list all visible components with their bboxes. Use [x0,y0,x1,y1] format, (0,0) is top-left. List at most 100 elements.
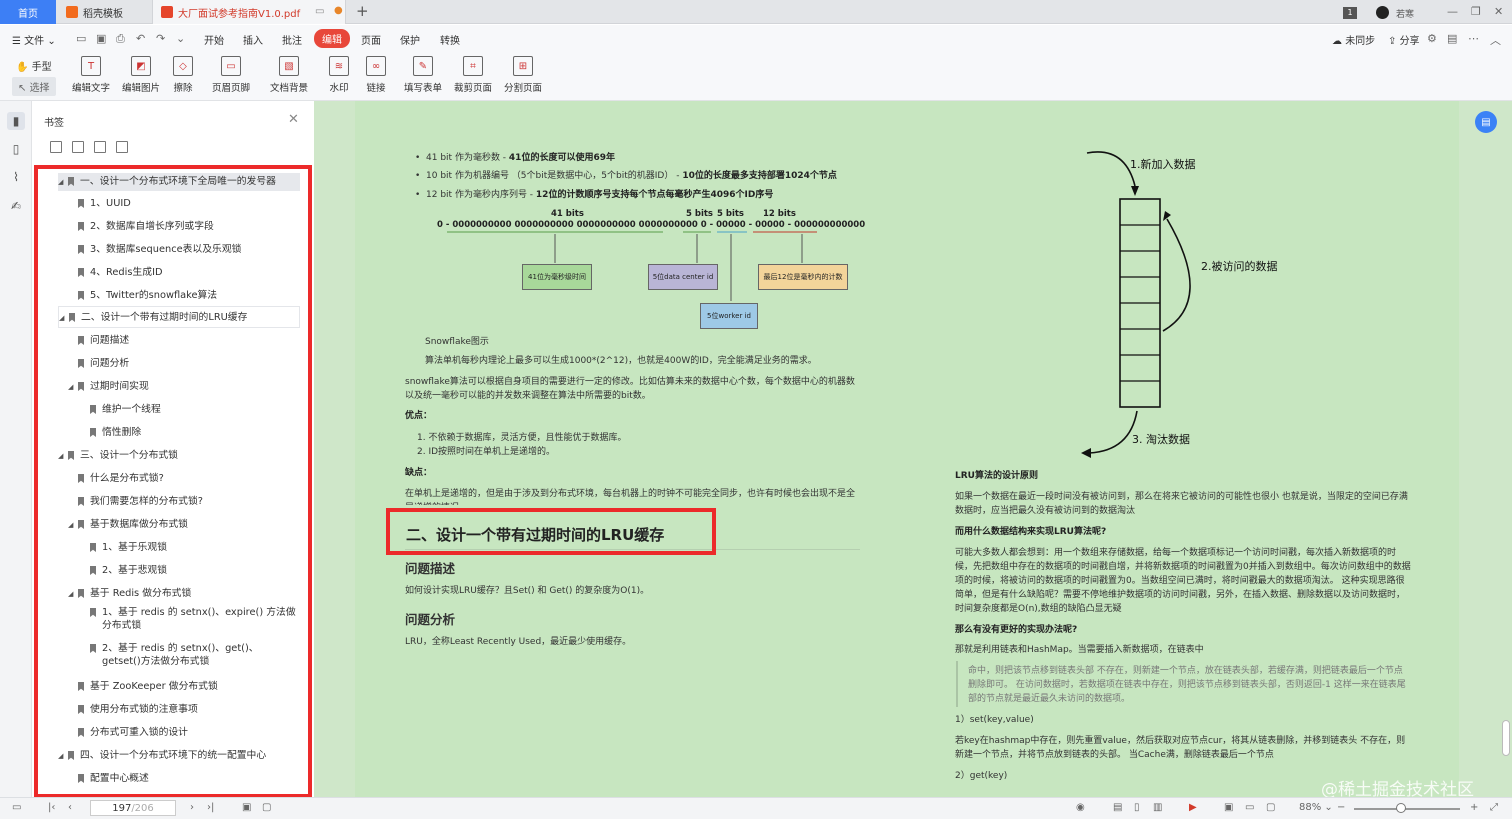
bookmark-item[interactable]: 维护一个线程 [90,403,161,416]
save-icon[interactable]: ▣ [96,32,106,45]
bookmark-item[interactable]: ◢ 三、设计一个分布式锁 [58,449,178,463]
prev-page-icon[interactable]: ‹ [68,802,72,813]
bookmark-item[interactable]: ◢ 过期时间实现 [68,380,149,394]
bookmark-item[interactable]: 4、Redis生成ID [78,266,163,279]
bookmark-item[interactable]: 分布式可重入锁的设计 [78,726,188,739]
bookmark-item[interactable]: 1、基于乐观锁 [90,541,167,554]
bookmark-item[interactable]: 2、数据库自增长序列或字段 [78,220,214,233]
zoom-out-icon[interactable]: − [1337,802,1345,813]
bookmark-item[interactable]: ◢ 基于数据库做分布式锁 [68,518,188,532]
collapse-all-icon[interactable] [72,141,84,153]
bookmark-item[interactable]: ◢ 基于 Redis 做分布式锁 [68,587,191,601]
fit-icon[interactable]: ▢ [262,802,271,813]
zoom-slider-knob[interactable] [1396,803,1406,813]
expand-arrow-icon[interactable]: ◢ [58,176,68,189]
tab-document[interactable]: 大厂面试参考指南V1.0.pdf ▭ ● [152,0,346,24]
continuous-icon[interactable]: ▯ [1134,802,1140,813]
thumbnail-icon[interactable]: ▯ [7,140,25,158]
crop-page-button[interactable]: ⌗ 裁剪页面 [454,56,492,94]
add-bookmark-icon[interactable] [94,141,106,153]
fill-form-button[interactable]: ✎ 填写表单 [404,56,442,94]
menu-protect[interactable]: 保护 [400,32,420,47]
attachment-icon[interactable]: ⌇ [7,168,25,186]
more-icon[interactable]: ⌄ [176,32,185,45]
bookmark-item[interactable]: ◢ 四、设计一个分布式环境下的统一配置中心 [58,749,266,763]
redo-icon[interactable]: ↷ [156,32,165,45]
overflow-icon[interactable]: ⋯ [1468,32,1479,45]
undo-icon[interactable]: ↶ [136,32,145,45]
user-name[interactable]: 若寒 [1396,7,1414,20]
expand-arrow-icon[interactable]: ◢ [58,450,68,463]
bookmark-item[interactable]: 问题描述 [78,334,129,347]
floating-tool-button[interactable]: ▤ [1475,111,1497,133]
select-tool[interactable]: ↖ 选择 [12,77,56,96]
single-page-icon[interactable]: ▤ [1113,802,1122,813]
menu-start[interactable]: 开始 [204,32,224,47]
sync-status[interactable]: ☁ 未同步 [1332,32,1375,47]
split-page-button[interactable]: ⊞ 分割页面 [504,56,542,94]
bookmark-settings-icon[interactable] [116,141,128,153]
sidebar-toggle-icon[interactable]: ▭ [12,802,21,813]
bookmark-item[interactable]: 基于 ZooKeeper 做分布式锁 [78,680,218,693]
bookmark-item[interactable]: 使用分布式锁的注意事项 [78,703,198,716]
doc-background-button[interactable]: ▧ 文档背景 [270,56,308,94]
bookmark-item[interactable]: ◢ 一、设计一个分布式环境下全局唯一的发号器 [58,173,300,191]
screen-icon[interactable]: ▭ [315,6,324,17]
bookmark-item[interactable]: 配置中心概述 [78,772,149,785]
bookmark-panel-icon[interactable]: ▮ [7,112,25,130]
expand-arrow-icon[interactable]: ◢ [68,519,78,532]
settings-icon[interactable]: ⚙ [1427,32,1437,45]
rotate-icon[interactable]: ▣ [242,802,251,813]
play-icon[interactable]: ▶ [1189,802,1197,813]
link-button[interactable]: ∞ 链接 [366,56,386,94]
last-page-icon[interactable]: ›| [207,802,214,813]
watermark-button[interactable]: ≋ 水印 [329,56,349,94]
bookmark-item[interactable]: ◢ 二、设计一个带有过期时间的LRU缓存 [58,306,300,328]
bookmark-item[interactable]: 1、基于 redis 的 setnx()、expire() 方法做分布式锁 [90,606,296,632]
restore-icon[interactable]: ❐ [1471,5,1481,18]
bookmark-item[interactable]: 我们需要怎样的分布式锁? [78,495,203,508]
two-page-icon[interactable]: ▥ [1153,802,1162,813]
fit-width-icon[interactable]: ▭ [1245,802,1254,813]
new-tab-icon[interactable]: + [356,2,369,20]
menu-convert[interactable]: 转换 [440,32,460,47]
page-number-input[interactable]: 197/206 [90,800,176,816]
bookmark-item[interactable]: 惰性删除 [90,426,141,439]
edit-image-button[interactable]: ◩ 编辑图片 [122,56,160,94]
next-page-icon[interactable]: › [190,802,194,813]
bookmark-item[interactable]: 1、UUID [78,197,131,210]
open-icon[interactable]: ▭ [76,32,86,45]
close-icon[interactable]: ✕ [1494,5,1503,18]
minimize-icon[interactable]: — [1447,5,1458,18]
expand-arrow-icon[interactable]: ◢ [68,381,78,394]
vertical-scrollbar-thumb[interactable] [1502,720,1510,756]
bookmark-item[interactable]: 2、基于 redis 的 setnx()、get()、getset()方法做分布… [90,642,296,668]
expand-arrow-icon[interactable]: ◢ [68,588,78,601]
share-button[interactable]: ⇪ 分享 [1388,32,1420,47]
zoom-level[interactable]: 88% ⌄ [1299,802,1333,813]
fullscreen-icon[interactable]: ⤢ [1490,802,1498,813]
document-viewport[interactable]: • 41 bit 作为毫秒数 - 41位的长度可以使用69年 • 10 bit … [314,101,1512,797]
bookmark-close-icon[interactable]: ✕ [288,112,299,127]
zoom-in-icon[interactable]: + [1470,802,1478,813]
first-page-icon[interactable]: |‹ [48,802,55,813]
bookmark-item[interactable]: 3、数据库sequence表以及乐观锁 [78,243,241,256]
reading-mode-icon[interactable]: ▣ [1224,802,1233,813]
bookmark-item[interactable]: 5、Twitter的snowflake算法 [78,289,217,302]
bookmark-item[interactable]: 问题分析 [78,357,129,370]
menu-file[interactable]: ☰ 文件 ⌄ [12,32,56,47]
bookmark-item[interactable]: 2、基于悲观锁 [90,564,167,577]
hand-tool[interactable]: ✋ 手型 [16,58,52,73]
avatar[interactable] [1376,6,1389,19]
fit-page-icon[interactable]: ▢ [1266,802,1275,813]
tab-home[interactable]: 首页 [0,0,56,24]
expand-arrow-icon[interactable]: ◢ [58,750,68,763]
menu-edit[interactable]: 编辑 [314,29,350,48]
edit-text-button[interactable]: T 编辑文字 [72,56,110,94]
print-icon[interactable]: ⎙ [116,32,125,46]
header-footer-button[interactable]: ▭ 页眉页脚 [212,56,250,94]
comment-icon[interactable]: ▤ [1447,32,1457,45]
tab-template[interactable]: 稻壳模板 [58,0,150,24]
erase-button[interactable]: ◇ 擦除 [173,56,193,94]
collapse-icon[interactable]: ︿ [1490,32,1501,48]
